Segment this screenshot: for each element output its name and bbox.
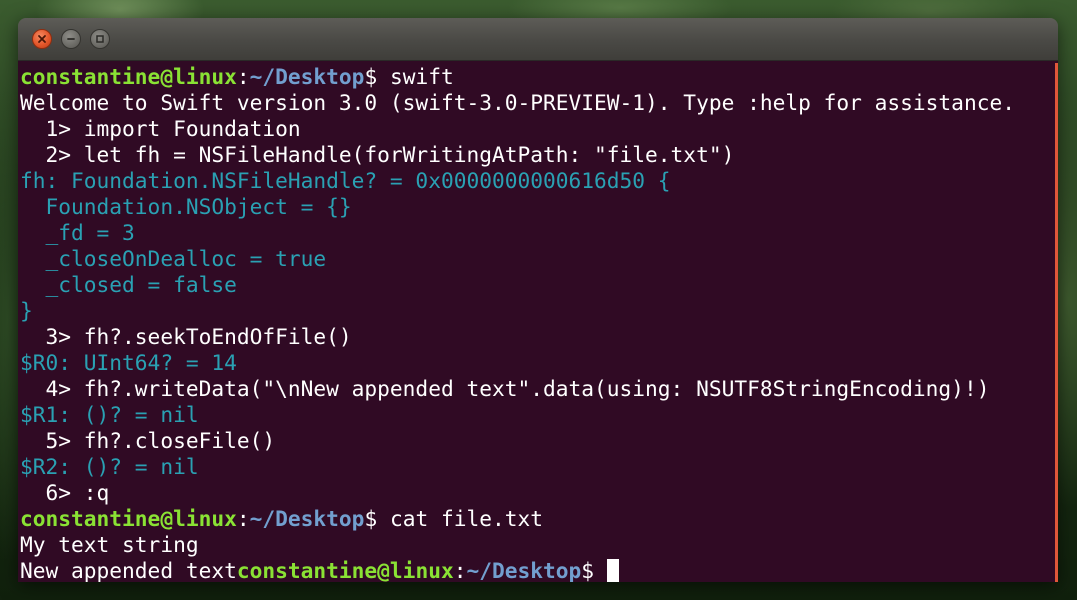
command-text: swift bbox=[389, 64, 454, 89]
prompt-line: constantine@linux:~/Desktop$ cat file.tx… bbox=[20, 506, 1058, 532]
repl-output-line: fh: Foundation.NSFileHandle? = 0x0000000… bbox=[20, 168, 671, 193]
command-text: cat file.txt bbox=[389, 506, 544, 531]
text-cursor[interactable] bbox=[606, 559, 619, 582]
prompt-line[interactable]: New appended textconstantine@linux:~/Des… bbox=[20, 558, 1058, 582]
prompt-symbol: $ bbox=[581, 558, 607, 582]
prompt-colon: : bbox=[453, 558, 467, 582]
maximize-icon bbox=[95, 34, 105, 44]
repl-output-line: _fd = 3 bbox=[20, 220, 135, 245]
title-bar[interactable] bbox=[18, 18, 1058, 61]
prompt-path: ~/Desktop bbox=[249, 506, 365, 531]
close-button[interactable] bbox=[32, 29, 52, 49]
close-icon bbox=[37, 34, 47, 44]
repl-output-line: $R2: ()? = nil bbox=[20, 454, 199, 479]
terminal-output[interactable]: constantine@linux:~/Desktop$ swift Welco… bbox=[18, 61, 1058, 582]
repl-output-line: } bbox=[20, 298, 33, 323]
prompt-user-host: constantine@linux bbox=[20, 64, 237, 89]
prompt-colon: : bbox=[236, 64, 250, 89]
minimize-icon bbox=[66, 34, 76, 44]
minimize-button[interactable] bbox=[61, 29, 81, 49]
repl-output-line: $R0: UInt64? = 14 bbox=[20, 350, 237, 375]
repl-input-line: 1> import Foundation bbox=[20, 116, 301, 141]
repl-output-line: _closed = false bbox=[20, 272, 237, 297]
repl-output-line: _closeOnDealloc = true bbox=[20, 246, 327, 271]
prompt-colon: : bbox=[236, 506, 250, 531]
prompt-symbol: $ bbox=[364, 506, 390, 531]
file-content-line: My text string bbox=[20, 532, 199, 557]
terminal-window: constantine@linux:~/Desktop$ swift Welco… bbox=[18, 18, 1058, 582]
maximize-button[interactable] bbox=[90, 29, 110, 49]
welcome-message: Welcome to Swift version 3.0 (swift-3.0-… bbox=[20, 90, 1015, 115]
repl-input-line: 2> let fh = NSFileHandle(forWritingAtPat… bbox=[20, 142, 735, 167]
repl-input-line: 3> fh?.seekToEndOfFile() bbox=[20, 324, 352, 349]
repl-input-line: 6> :q bbox=[20, 480, 110, 505]
repl-output-line: $R1: ()? = nil bbox=[20, 402, 199, 427]
prompt-user-host: constantine@linux bbox=[20, 506, 237, 531]
prompt-path: ~/Desktop bbox=[249, 64, 365, 89]
repl-input-line: 4> fh?.writeData("\nNew appended text".d… bbox=[20, 376, 990, 401]
scrollbar[interactable] bbox=[1055, 63, 1058, 582]
file-content-line: New appended text bbox=[20, 558, 237, 582]
prompt-symbol: $ bbox=[364, 64, 390, 89]
repl-input-line: 5> fh?.closeFile() bbox=[20, 428, 276, 453]
prompt-user-host: constantine@linux bbox=[236, 558, 454, 582]
prompt-line: constantine@linux:~/Desktop$ swift bbox=[20, 64, 1058, 90]
prompt-path: ~/Desktop bbox=[466, 558, 582, 582]
repl-output-line: Foundation.NSObject = {} bbox=[20, 194, 352, 219]
